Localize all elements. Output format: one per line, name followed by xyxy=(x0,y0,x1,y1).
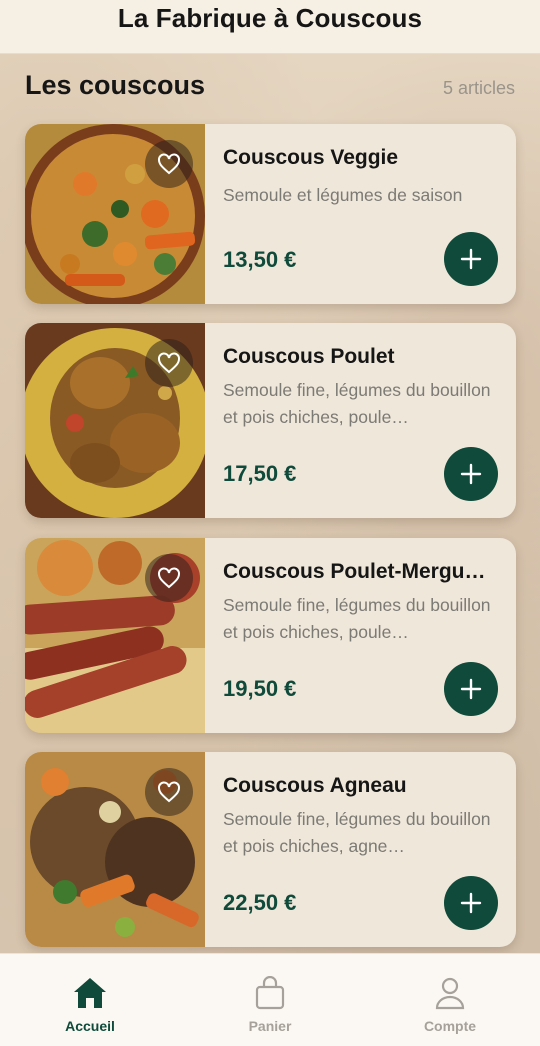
home-icon xyxy=(74,978,106,1008)
heart-icon xyxy=(158,153,180,175)
section-header: Les couscous 5 articles xyxy=(25,70,515,101)
product-price: 19,50 € xyxy=(223,676,297,701)
product-description: Semoule fine, légumes du bouillon et poi… xyxy=(223,595,491,642)
add-to-cart-button[interactable] xyxy=(444,447,498,501)
plus-icon xyxy=(460,463,482,485)
item-count: 5 articles xyxy=(442,78,515,98)
tab-accueil[interactable]: Accueil xyxy=(0,954,180,1046)
product-price: 17,50 € xyxy=(223,461,297,486)
tab-label: Panier xyxy=(248,1018,292,1034)
plus-icon xyxy=(460,678,482,700)
plus-icon xyxy=(460,248,482,270)
product-description: Semoule fine, légumes du bouillon et poi… xyxy=(223,809,491,856)
tab-label: Accueil xyxy=(65,1018,115,1034)
product-card-poulet-merguez[interactable]: Couscous Poulet-Mergu… Semoule fine, lég… xyxy=(25,538,516,733)
app-header: La Fabrique à Couscous xyxy=(0,0,540,54)
favorite-button[interactable] xyxy=(145,554,193,602)
favorite-button[interactable] xyxy=(145,140,193,188)
product-image xyxy=(25,538,205,733)
favorite-button[interactable] xyxy=(145,768,193,816)
app-title: La Fabrique à Couscous xyxy=(117,3,423,33)
favorite-button[interactable] xyxy=(145,339,193,387)
product-name: Couscous Agneau xyxy=(223,774,407,797)
product-name: Couscous Poulet-Mergu… xyxy=(223,560,486,583)
heart-icon xyxy=(158,352,180,374)
product-description: Semoule et légumes de saison xyxy=(223,185,463,205)
section-title: Les couscous xyxy=(25,70,206,100)
plus-icon xyxy=(460,892,482,914)
product-description: Semoule fine, légumes du bouillon et poi… xyxy=(223,380,491,427)
product-price: 13,50 € xyxy=(223,247,297,272)
add-to-cart-button[interactable] xyxy=(444,232,498,286)
product-card-agneau[interactable]: Couscous Agneau Semoule fine, légumes du… xyxy=(25,752,516,947)
tab-label: Compte xyxy=(423,1018,477,1034)
product-image xyxy=(25,124,205,304)
product-name: Couscous Veggie xyxy=(223,146,399,169)
tab-compte[interactable]: Compte xyxy=(360,954,540,1046)
tab-panier[interactable]: Panier xyxy=(180,954,360,1046)
product-name: Couscous Poulet xyxy=(223,345,395,368)
bottom-tab-bar: Accueil Panier Compte xyxy=(0,953,540,1046)
product-image xyxy=(25,323,205,518)
add-to-cart-button[interactable] xyxy=(444,662,498,716)
product-card-veggie[interactable]: Couscous Veggie Semoule et légumes de sa… xyxy=(25,124,516,304)
product-card-poulet[interactable]: Couscous Poulet Semoule fine, légumes du… xyxy=(25,323,516,518)
heart-icon xyxy=(158,781,180,803)
product-price: 22,50 € xyxy=(223,890,297,915)
heart-icon xyxy=(158,567,180,589)
bag-icon xyxy=(255,976,285,1010)
product-image xyxy=(25,752,205,947)
add-to-cart-button[interactable] xyxy=(444,876,498,930)
user-icon xyxy=(435,977,465,1010)
